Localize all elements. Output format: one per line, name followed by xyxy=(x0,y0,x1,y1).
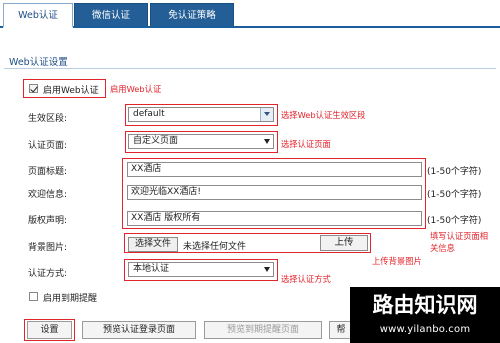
tab-wechat-auth[interactable]: 微信认证 xyxy=(74,3,148,26)
auth-method-value: 本地认证 xyxy=(133,264,170,274)
welcome-label: 欢迎信息: xyxy=(28,190,68,200)
watermark: 路由知识网 www.yilanbo.com xyxy=(350,287,500,343)
auth-method-annotation: 选择认证方式 xyxy=(281,274,331,284)
welcome-hint: (1-50个字符) xyxy=(427,190,482,200)
upload-button[interactable]: 上传 xyxy=(320,235,368,251)
tab-web-auth[interactable]: Web认证 xyxy=(3,3,73,28)
page-fields-annotation-line-1: 填写认证页面相 xyxy=(430,231,489,241)
auth-page-dropdown-icon[interactable] xyxy=(264,139,270,144)
zone-dropdown-icon[interactable] xyxy=(260,108,273,121)
welcome-input[interactable]: 欢迎光临XX酒店! xyxy=(127,185,422,200)
enable-web-auth-checkbox[interactable] xyxy=(29,84,38,93)
enable-expire-reminder-label: 启用到期提醒 xyxy=(43,294,98,304)
tab-bar: Web认证 微信认证 免认证策略 xyxy=(0,0,500,28)
page-title-hint: (1-50个字符) xyxy=(427,167,482,177)
page-title-input[interactable]: XX酒店 xyxy=(127,162,422,177)
enable-web-auth-label: 启用Web认证 xyxy=(43,86,99,96)
auth-method-label: 认证方式: xyxy=(28,269,68,279)
auth-method-dropdown-icon[interactable] xyxy=(264,267,270,272)
watermark-title: 路由知识网 xyxy=(372,292,478,317)
settings-button[interactable]: 设置 xyxy=(27,321,72,339)
preview-login-page-button[interactable]: 预览认证登录页面 xyxy=(82,321,196,339)
section-title: Web认证设置 xyxy=(9,57,68,68)
no-file-text: 未选择任何文件 xyxy=(183,242,247,252)
zone-annotation: 选择Web认证生效区段 xyxy=(281,110,366,120)
auth-page-value: 自定义页面 xyxy=(133,136,179,146)
choose-file-button[interactable]: 选择文件 xyxy=(128,237,178,252)
copyright-hint: (1-50个字符) xyxy=(427,216,482,226)
watermark-url: www.yilanbo.com xyxy=(379,324,471,335)
section-divider xyxy=(4,68,496,69)
copyright-input[interactable]: XX酒店 版权所有 xyxy=(127,211,422,226)
auth-page-annotation: 选择认证页面 xyxy=(281,139,331,149)
background-label: 背景图片: xyxy=(28,243,68,253)
tab-auth-free-policy[interactable]: 免认证策略 xyxy=(150,3,234,26)
copyright-label: 版权声明: xyxy=(28,216,68,226)
auth-page-label: 认证页面: xyxy=(28,141,68,151)
zone-select[interactable]: default xyxy=(128,107,274,122)
enable-expire-reminder-checkbox[interactable] xyxy=(29,292,38,301)
zone-label: 生效区段: xyxy=(28,114,68,124)
page-fields-annotation-line-2: 关信息 xyxy=(430,243,455,253)
page-title-label: 页面标题: xyxy=(28,167,68,177)
auth-page-select[interactable]: 自定义页面 xyxy=(128,134,274,149)
background-annotation: 上传背景图片 xyxy=(372,256,422,266)
preview-expire-page-button: 预览到期提醒页面 xyxy=(204,321,322,339)
auth-method-select[interactable]: 本地认证 xyxy=(128,262,274,277)
zone-value: default xyxy=(133,109,165,119)
enable-web-auth-annotation: 启用Web认证 xyxy=(110,84,162,94)
